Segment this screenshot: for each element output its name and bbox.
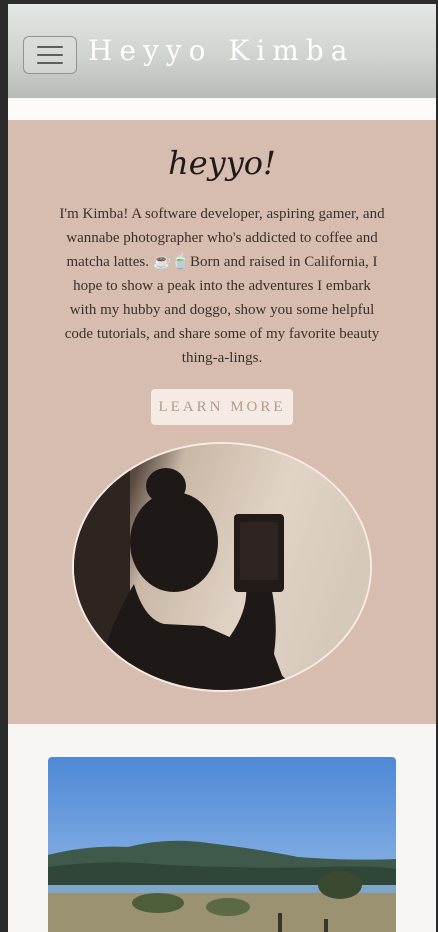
header-divider-strip xyxy=(8,98,436,121)
hero-heading: heyyo! xyxy=(168,144,276,182)
hamburger-menu-icon xyxy=(37,46,63,48)
hamburger-menu-icon-line xyxy=(37,62,63,64)
hamburger-menu-icon-line xyxy=(37,54,63,56)
profile-photo xyxy=(72,442,372,692)
menu-toggle-button[interactable] xyxy=(23,36,77,74)
landscape-photo xyxy=(48,757,396,932)
page-frame: Heyyo Kimba heyyo! I'm Kimba! A software… xyxy=(8,4,436,932)
learn-more-button[interactable]: LEARN MORE xyxy=(151,389,293,425)
lake-landscape-image xyxy=(48,757,396,932)
silhouette-photo-image xyxy=(74,444,370,690)
hero-section: heyyo! I'm Kimba! A software developer, … xyxy=(8,120,436,724)
site-title[interactable]: Heyyo Kimba xyxy=(88,34,354,67)
top-navigation-bar: Heyyo Kimba xyxy=(8,4,436,98)
hero-intro-text: I'm Kimba! A software developer, aspirin… xyxy=(59,206,385,366)
